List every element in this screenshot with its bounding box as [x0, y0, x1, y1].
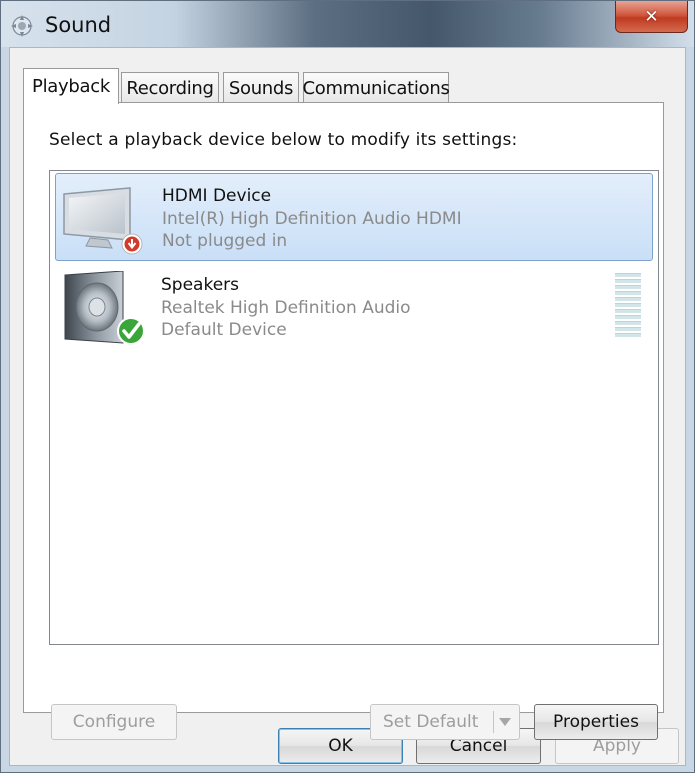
unplugged-badge-icon — [121, 233, 143, 255]
instruction-text: Select a playback device below to modify… — [49, 130, 518, 150]
device-item-hdmi[interactable]: HDMI Device Intel(R) High Definition Aud… — [55, 173, 653, 261]
monitor-icon — [63, 187, 143, 255]
close-button[interactable]: ✕ — [615, 1, 688, 33]
split-divider — [493, 711, 494, 733]
set-default-button[interactable]: Set Default — [370, 704, 520, 740]
device-name: HDMI Device — [162, 186, 272, 206]
device-status: Not plugged in — [162, 231, 288, 251]
configure-button[interactable]: Configure — [51, 704, 177, 740]
properties-label: Properties — [553, 712, 639, 732]
tab-label: Sounds — [228, 78, 294, 99]
sound-dialog: Sound ✕ Playback Recording Sounds Commun… — [0, 0, 695, 773]
title-bar[interactable]: Sound ✕ — [1, 1, 694, 47]
sound-app-icon — [11, 15, 33, 37]
tab-label: Playback — [32, 76, 110, 97]
configure-label: Configure — [72, 712, 156, 732]
set-default-label: Set Default — [383, 712, 479, 732]
ok-label: OK — [328, 736, 353, 756]
speaker-icon — [64, 271, 145, 345]
tab-playback[interactable]: Playback — [23, 68, 119, 104]
tab-label: Recording — [126, 78, 214, 99]
tab-recording[interactable]: Recording — [121, 72, 219, 104]
default-check-badge-icon — [117, 317, 145, 345]
dialog-body: Playback Recording Sounds Communications… — [9, 47, 686, 766]
device-driver: Realtek High Definition Audio — [161, 298, 411, 318]
close-icon: ✕ — [644, 6, 659, 27]
device-status: Default Device — [161, 320, 287, 340]
playback-tab-panel: Select a playback device below to modify… — [23, 102, 664, 740]
tab-label: Communications — [302, 78, 450, 99]
device-item-speakers[interactable]: Speakers Realtek High Definition Audio D… — [55, 263, 653, 351]
tab-communications[interactable]: Communications — [302, 72, 450, 104]
properties-button[interactable]: Properties — [534, 704, 658, 740]
playback-device-list[interactable]: HDMI Device Intel(R) High Definition Aud… — [49, 170, 659, 645]
volume-level-meter — [615, 273, 641, 341]
chevron-down-icon[interactable] — [499, 718, 511, 726]
device-driver: Intel(R) High Definition Audio HDMI — [162, 209, 462, 229]
window-title: Sound — [45, 13, 112, 37]
tab-sounds[interactable]: Sounds — [223, 72, 299, 104]
device-name: Speakers — [161, 275, 240, 295]
